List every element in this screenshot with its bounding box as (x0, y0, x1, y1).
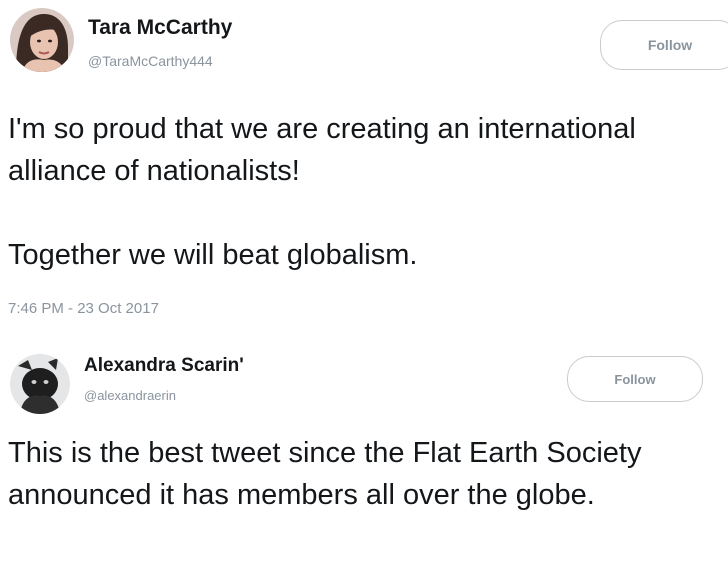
avatar[interactable] (10, 354, 70, 414)
display-name[interactable]: Alexandra Scarin' (84, 355, 244, 377)
user-handle[interactable]: @TaraMcCarthy444 (88, 53, 213, 69)
tweet-text: This is the best tweet since the Flat Ea… (8, 432, 720, 516)
user-handle[interactable]: @alexandraerin (84, 388, 176, 403)
follow-button[interactable]: Follow (567, 356, 703, 402)
tweet-timestamp[interactable]: 7:46 PM - 23 Oct 2017 (8, 300, 159, 317)
tweet-paragraph: I'm so proud that we are creating an int… (8, 113, 636, 187)
tweet-card: Tara McCarthy @TaraMcCarthy444 Follow I'… (0, 0, 728, 340)
tweet-text: I'm so proud that we are creating an int… (8, 108, 708, 276)
tweet-paragraph: This is the best tweet since the Flat Ea… (8, 437, 642, 511)
avatar[interactable] (10, 8, 74, 72)
tweet-paragraph: Together we will beat globalism. (8, 239, 418, 271)
follow-button[interactable]: Follow (600, 20, 728, 70)
tweet-card: Alexandra Scarin' @alexandraerin Follow … (0, 340, 728, 571)
profile-photo-icon (10, 354, 70, 414)
profile-photo-icon (10, 8, 74, 72)
display-name[interactable]: Tara McCarthy (88, 16, 232, 40)
